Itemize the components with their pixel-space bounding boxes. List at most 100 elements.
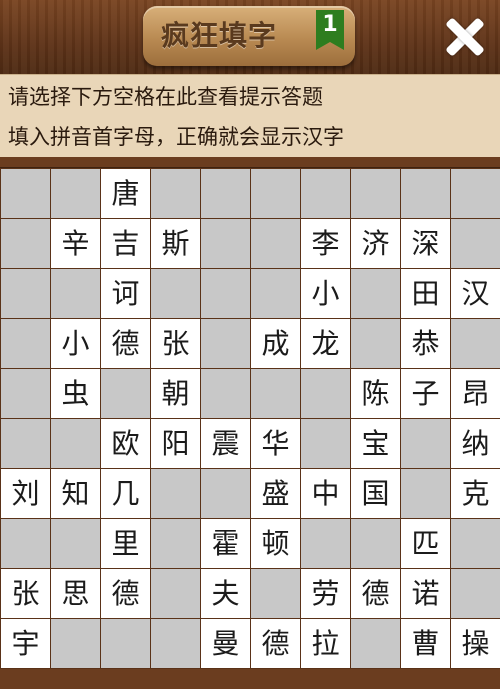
grid-cell[interactable]: 张 (151, 319, 200, 368)
blocked-cell (201, 369, 250, 418)
blocked-cell (251, 269, 300, 318)
blocked-cell (251, 369, 300, 418)
blocked-cell (301, 369, 350, 418)
blocked-cell (1, 519, 50, 568)
grid-cell[interactable]: 盛 (251, 469, 300, 518)
grid-cell[interactable]: 子 (401, 369, 450, 418)
grid-cell[interactable]: 济 (351, 219, 400, 268)
blocked-cell (351, 519, 400, 568)
grid-cell[interactable]: 操 (451, 619, 500, 668)
hint-panel: 请选择下方空格在此查看提示答题 填入拼音首字母，正确就会显示汉字 (0, 74, 500, 157)
blocked-cell (201, 469, 250, 518)
blocked-cell (251, 219, 300, 268)
grid-cell[interactable]: 小 (51, 319, 100, 368)
blocked-cell (351, 319, 400, 368)
grid-cell[interactable]: 几 (101, 469, 150, 518)
level-badge: 1 (316, 10, 344, 50)
blocked-cell (201, 319, 250, 368)
hint-line-2: 填入拼音首字母，正确就会显示汉字 (8, 125, 344, 149)
grid-cell[interactable]: 中 (301, 469, 350, 518)
blocked-cell (151, 269, 200, 318)
grid-cell[interactable]: 里 (101, 519, 150, 568)
grid-cell[interactable]: 诺 (401, 569, 450, 618)
blocked-cell (351, 169, 400, 218)
blocked-cell (51, 619, 100, 668)
blocked-cell (101, 369, 150, 418)
blocked-cell (251, 569, 300, 618)
grid-cell[interactable]: 曹 (401, 619, 450, 668)
blocked-cell (151, 619, 200, 668)
grid-cell[interactable]: 汉 (451, 269, 500, 318)
grid-cell[interactable]: 宝 (351, 419, 400, 468)
grid-cell[interactable]: 龙 (301, 319, 350, 368)
blocked-cell (151, 169, 200, 218)
blocked-cell (101, 619, 150, 668)
grid-cell[interactable]: 纳 (451, 419, 500, 468)
grid-cell[interactable]: 劳 (301, 569, 350, 618)
grid-cell[interactable]: 顿 (251, 519, 300, 568)
grid-cell[interactable]: 陈 (351, 369, 400, 418)
grid-cell[interactable]: 刘 (1, 469, 50, 518)
grid-cell[interactable]: 成 (251, 319, 300, 368)
blocked-cell (201, 169, 250, 218)
grid-cell[interactable]: 朝 (151, 369, 200, 418)
grid-cell[interactable]: 李 (301, 219, 350, 268)
grid-cell[interactable]: 德 (251, 619, 300, 668)
grid-cell[interactable]: 虫 (51, 369, 100, 418)
grid-cell[interactable]: 田 (401, 269, 450, 318)
blocked-cell (51, 419, 100, 468)
game-logo: 疯狂填字 1 (143, 6, 355, 66)
blocked-cell (1, 169, 50, 218)
grid-cell[interactable]: 张 (1, 569, 50, 618)
blocked-cell (151, 569, 200, 618)
crossword-board: 唐辛吉斯李济深诃小田汉小德张成龙恭虫朝陈子昂欧阳震华宝纳刘知几盛中国克里霍顿匹张… (0, 167, 500, 689)
grid-cell[interactable]: 欧 (101, 419, 150, 468)
grid-cell[interactable]: 宇 (1, 619, 50, 668)
top-bar: 疯狂填字 1 (0, 0, 500, 74)
grid-cell[interactable]: 震 (201, 419, 250, 468)
grid-cell[interactable]: 深 (401, 219, 450, 268)
grid-cell[interactable]: 小 (301, 269, 350, 318)
grid-cell[interactable]: 吉 (101, 219, 150, 268)
grid-cell[interactable]: 诃 (101, 269, 150, 318)
grid-cell[interactable]: 匹 (401, 519, 450, 568)
grid-cell[interactable]: 阳 (151, 419, 200, 468)
grid-cell[interactable]: 恭 (401, 319, 450, 368)
grid-cell[interactable]: 辛 (51, 219, 100, 268)
crossword-grid: 唐辛吉斯李济深诃小田汉小德张成龙恭虫朝陈子昂欧阳震华宝纳刘知几盛中国克里霍顿匹张… (0, 168, 500, 669)
blocked-cell (451, 219, 500, 268)
blocked-cell (401, 419, 450, 468)
blocked-cell (401, 169, 450, 218)
blocked-cell (451, 569, 500, 618)
grid-cell[interactable]: 夫 (201, 569, 250, 618)
blocked-cell (401, 469, 450, 518)
blocked-cell (151, 519, 200, 568)
grid-cell[interactable]: 唐 (101, 169, 150, 218)
blocked-cell (1, 269, 50, 318)
grid-cell[interactable]: 曼 (201, 619, 250, 668)
close-icon[interactable] (440, 12, 490, 62)
blocked-cell (51, 269, 100, 318)
blocked-cell (301, 519, 350, 568)
grid-cell[interactable]: 拉 (301, 619, 350, 668)
blocked-cell (201, 219, 250, 268)
blocked-cell (451, 519, 500, 568)
grid-cell[interactable]: 斯 (151, 219, 200, 268)
blocked-cell (351, 619, 400, 668)
blocked-cell (251, 169, 300, 218)
grid-cell[interactable]: 霍 (201, 519, 250, 568)
blocked-cell (151, 469, 200, 518)
grid-cell[interactable]: 知 (51, 469, 100, 518)
blocked-cell (351, 269, 400, 318)
grid-cell[interactable]: 德 (351, 569, 400, 618)
blocked-cell (1, 219, 50, 268)
blocked-cell (301, 169, 350, 218)
grid-cell[interactable]: 德 (101, 569, 150, 618)
grid-cell[interactable]: 克 (451, 469, 500, 518)
grid-cell[interactable]: 德 (101, 319, 150, 368)
grid-cell[interactable]: 国 (351, 469, 400, 518)
grid-cell[interactable]: 华 (251, 419, 300, 468)
blocked-cell (201, 269, 250, 318)
grid-cell[interactable]: 昂 (451, 369, 500, 418)
grid-cell[interactable]: 思 (51, 569, 100, 618)
